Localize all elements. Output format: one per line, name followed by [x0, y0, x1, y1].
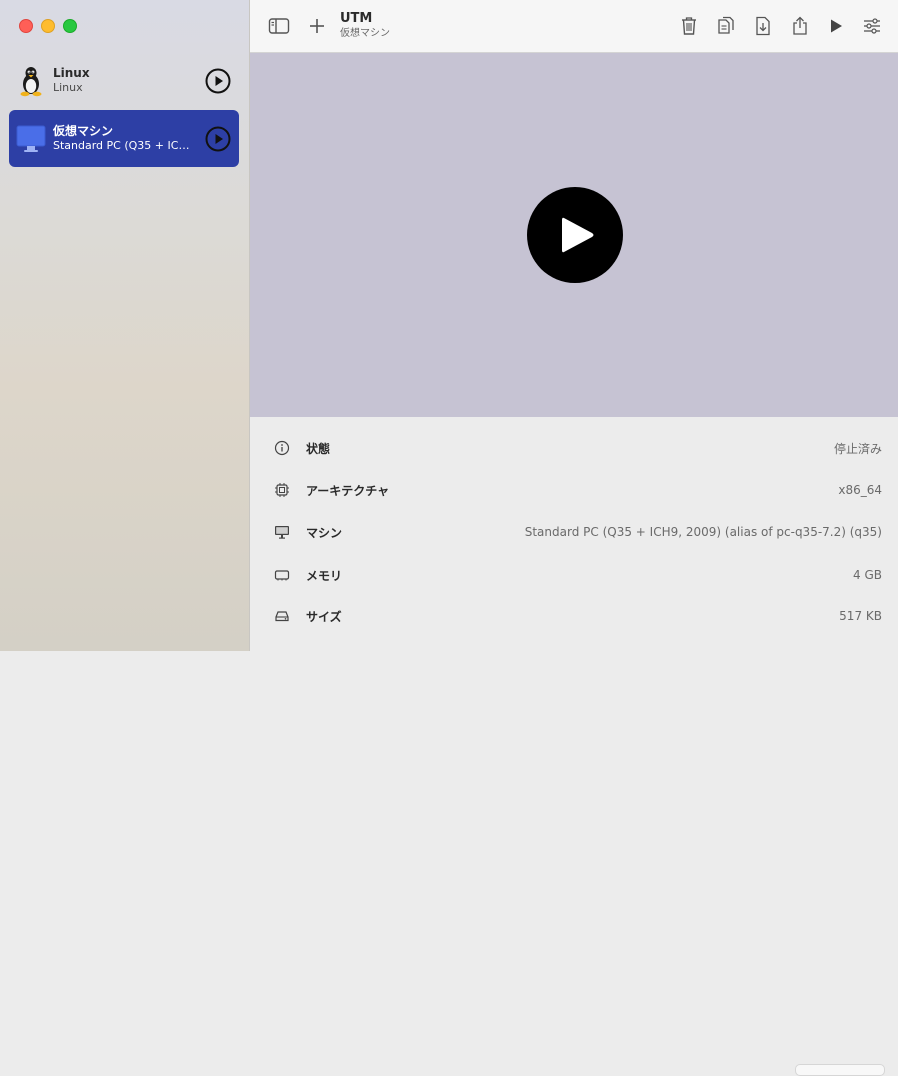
detail-label: アーキテクチャ	[306, 483, 390, 498]
detail-row-size: サイズ 517 KB	[250, 596, 898, 636]
sidebar: Linux Linux 仮想マシン Standard PC (Q35 + ICH…	[0, 0, 250, 651]
linux-penguin-icon	[15, 65, 47, 97]
detail-label: 状態	[306, 441, 331, 456]
info-icon	[273, 439, 291, 457]
detail-row-machine: マシン Standard PC (Q35 + ICH9, 2009) (alia…	[250, 512, 898, 552]
settings-button[interactable]	[860, 14, 884, 38]
monitor-icon	[15, 123, 47, 155]
big-play-icon	[527, 187, 623, 283]
sidebar-vm-item-virtual-machine[interactable]: 仮想マシン Standard PC (Q35 + ICH...	[9, 110, 239, 167]
detail-label: マシン	[306, 525, 343, 540]
cpu-icon	[273, 481, 291, 499]
detail-row-architecture: アーキテクチャ x86_64	[250, 470, 898, 510]
trash-icon	[682, 17, 696, 35]
detail-row-memory: メモリ 4 GB	[250, 555, 898, 595]
app-title: UTM	[340, 11, 373, 26]
download-button[interactable]	[751, 14, 775, 38]
settings-icon	[864, 18, 880, 34]
sidebar-toggle-icon	[268, 18, 290, 34]
play-circle-icon	[205, 68, 231, 93]
share-button[interactable]	[788, 14, 812, 38]
detail-row-status: 状態 停止済み	[250, 428, 898, 468]
vm-run-button[interactable]	[205, 68, 231, 94]
sidebar-vm-item-linux[interactable]: Linux Linux	[9, 52, 239, 109]
close-window-button[interactable]	[19, 19, 33, 33]
display-icon	[273, 523, 291, 541]
selected-vm-subtitle: 仮想マシン	[340, 28, 390, 39]
detail-value: x86_64	[838, 483, 882, 497]
vm-details-panel: 状態 停止済み アーキテクチャ x86_64 マシン Standard PC (…	[250, 417, 898, 1076]
vm-name: Linux	[53, 66, 90, 80]
toggle-sidebar-button[interactable]	[267, 14, 291, 38]
detail-label: メモリ	[306, 568, 343, 583]
zoom-window-button[interactable]	[63, 19, 77, 33]
vm-subtitle: Linux	[53, 81, 83, 94]
add-vm-button[interactable]	[305, 14, 329, 38]
download-icon	[756, 16, 770, 36]
share-icon	[793, 16, 807, 35]
vm-name: 仮想マシン	[53, 124, 114, 138]
run-button[interactable]	[824, 14, 848, 38]
partial-button[interactable]	[795, 1064, 885, 1076]
detail-value: Standard PC (Q35 + ICH9, 2009) (alias of…	[524, 525, 882, 539]
detail-label: サイズ	[306, 609, 342, 624]
vm-screen-preview	[250, 53, 898, 417]
detail-value: 4 GB	[853, 568, 882, 582]
start-vm-button[interactable]	[527, 187, 623, 283]
play-circle-icon	[205, 126, 231, 151]
vm-subtitle: Standard PC (Q35 + ICH...	[53, 139, 193, 152]
memory-icon	[273, 566, 291, 584]
window-controls	[19, 19, 77, 33]
clone-button[interactable]	[714, 14, 738, 38]
delete-button[interactable]	[677, 14, 701, 38]
run-icon	[831, 19, 842, 33]
add-icon	[310, 19, 324, 33]
drive-icon	[273, 607, 291, 625]
toolbar-title-group: UTM 仮想マシン	[340, 11, 390, 40]
toolbar: UTM 仮想マシン	[250, 0, 898, 53]
vm-run-button[interactable]	[205, 126, 231, 152]
minimize-window-button[interactable]	[41, 19, 55, 33]
detail-value: 停止済み	[833, 441, 882, 456]
detail-value: 517 KB	[839, 609, 882, 623]
clone-icon	[718, 16, 734, 34]
